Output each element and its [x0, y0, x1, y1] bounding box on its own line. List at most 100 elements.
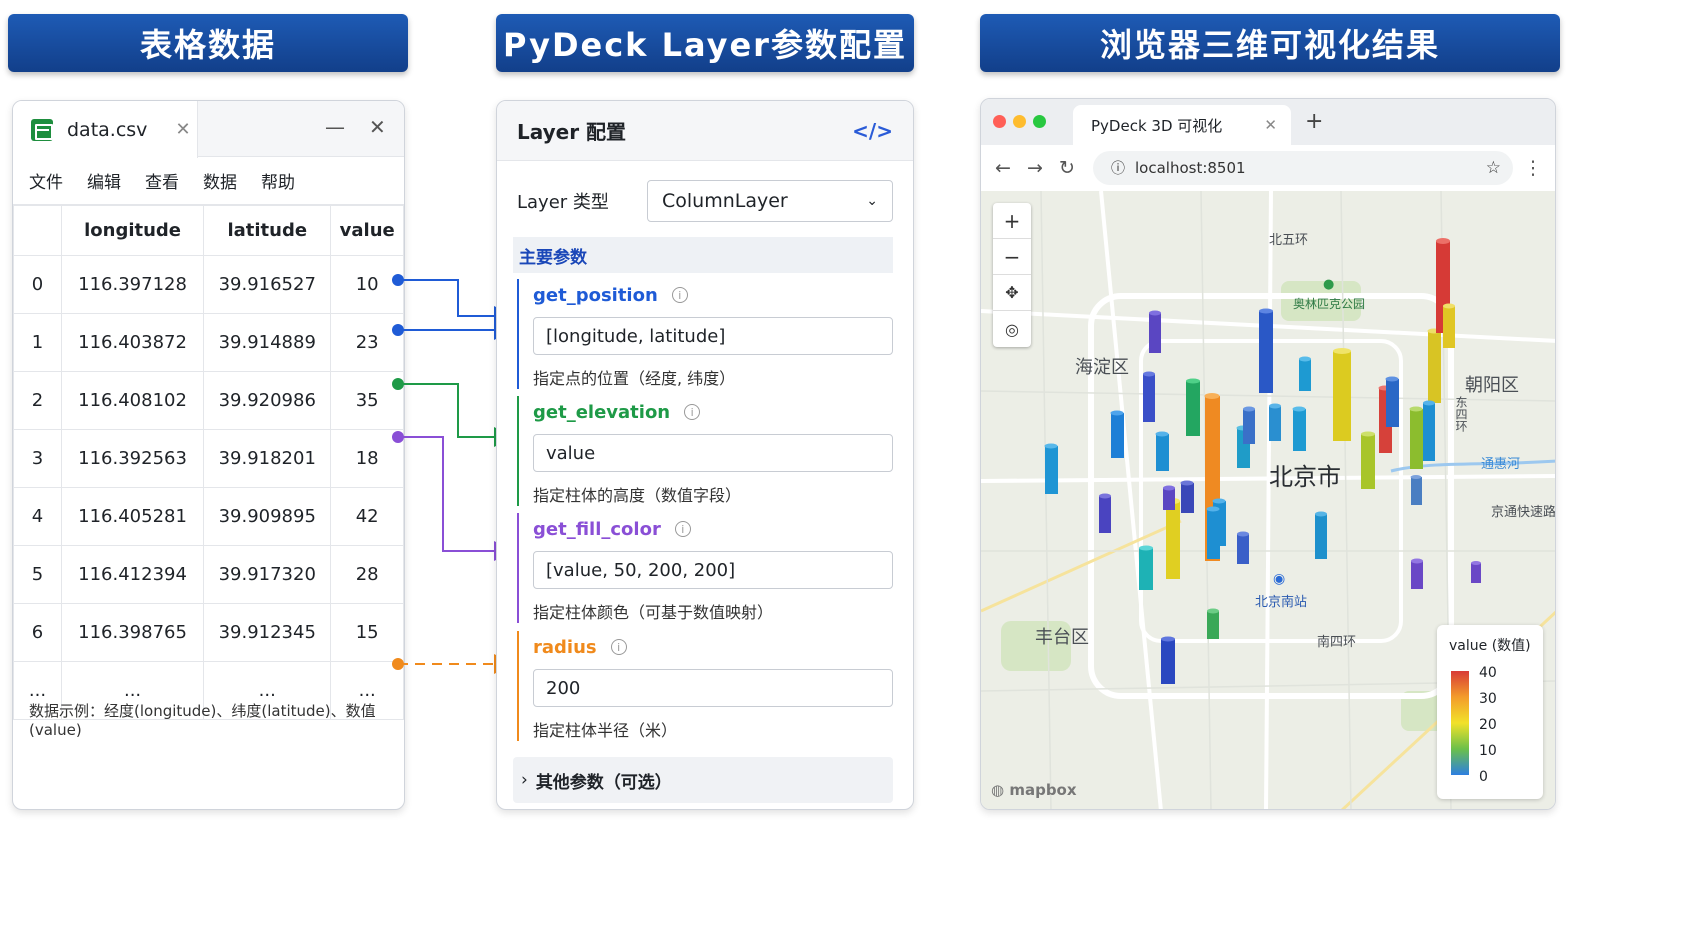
reload-icon[interactable]: ↻	[1051, 157, 1083, 179]
data-column[interactable]	[1237, 531, 1249, 565]
get-position-input[interactable]: [longitude, latitude]	[533, 317, 893, 355]
data-column[interactable]	[1155, 431, 1170, 472]
close-dot[interactable]	[993, 115, 1006, 128]
cell-longitude[interactable]: 116.398765	[60, 603, 205, 662]
data-column[interactable]	[1139, 545, 1153, 591]
menu-help[interactable]: 帮助	[261, 168, 295, 193]
data-column[interactable]	[1299, 356, 1311, 392]
back-icon[interactable]: ←	[987, 157, 1019, 179]
cell-value[interactable]: 42	[330, 487, 404, 546]
data-column[interactable]	[1411, 558, 1423, 590]
file-tab[interactable]: data.csv ✕	[13, 101, 198, 158]
data-column[interactable]	[1149, 310, 1161, 354]
data-column[interactable]	[1044, 443, 1059, 495]
spreadsheet-tabbar: data.csv ✕ — ✕	[13, 101, 404, 158]
cell-latitude[interactable]: 39.912345	[203, 603, 332, 662]
data-column[interactable]	[1315, 511, 1327, 560]
close-window-icon[interactable]: ✕	[369, 115, 386, 139]
zoom-in-icon[interactable]: +	[993, 203, 1031, 239]
layer-type-value: ColumnLayer	[662, 190, 788, 212]
data-column[interactable]	[1333, 348, 1351, 441]
minimize-dot[interactable]	[1013, 115, 1026, 128]
info-icon[interactable]: i	[674, 521, 691, 537]
info-icon[interactable]: ⓘ	[1111, 158, 1125, 178]
data-column[interactable]	[1180, 480, 1195, 514]
zoom-out-icon[interactable]: −	[993, 239, 1031, 275]
cell-value[interactable]: 10	[330, 255, 404, 314]
data-column[interactable]	[1427, 328, 1442, 404]
cell-longitude[interactable]: 116.397128	[60, 255, 205, 314]
locate-icon[interactable]: ◎	[993, 311, 1031, 347]
param-get-elevation: get_elevation i value 指定柱体的高度（数值字段）	[517, 396, 893, 506]
data-column[interactable]	[1385, 376, 1400, 428]
maximize-dot[interactable]	[1033, 115, 1046, 128]
cell-longitude[interactable]: 116.412394	[60, 545, 205, 604]
data-column[interactable]	[1259, 308, 1273, 394]
menu-view[interactable]: 查看	[145, 168, 179, 193]
radius-input[interactable]: 200	[533, 669, 893, 707]
data-column[interactable]	[1410, 475, 1423, 505]
arrow-to-radius	[392, 654, 514, 674]
row-index-header	[13, 205, 62, 256]
cell-latitude[interactable]: 39.918201	[203, 429, 332, 488]
get-elevation-input[interactable]: value	[533, 434, 893, 472]
cell-longitude[interactable]: 116.405281	[60, 487, 205, 546]
cell-latitude[interactable]: 39.920986	[203, 371, 332, 430]
info-icon[interactable]: i	[684, 404, 701, 420]
menu-kebab-icon[interactable]: ⋮	[1517, 157, 1549, 179]
map-canvas[interactable]: + − ✥ ◎ 北五环 ● 奥林匹克公园 海淀区 朝阳区 东四环 通惠河 北京市…	[981, 191, 1555, 809]
cell-value[interactable]: 28	[330, 545, 404, 604]
data-column[interactable]	[1161, 636, 1175, 685]
cell-longitude[interactable]: 116.408102	[60, 371, 205, 430]
data-column[interactable]	[1292, 406, 1307, 452]
data-column[interactable]	[1207, 608, 1219, 640]
cell-value[interactable]: 23	[330, 313, 404, 372]
menu-data[interactable]: 数据	[203, 168, 237, 193]
menu-file[interactable]: 文件	[29, 168, 63, 193]
column-header-latitude[interactable]: latitude	[203, 205, 332, 256]
close-tab-icon[interactable]: ✕	[175, 119, 190, 140]
data-column[interactable]	[1186, 378, 1200, 437]
browser-tab[interactable]: PyDeck 3D 可视化 ✕	[1073, 105, 1291, 145]
data-column[interactable]	[1471, 561, 1481, 583]
data-column[interactable]	[1143, 371, 1155, 423]
other-params-expander[interactable]: › 其他参数（可选）	[513, 757, 893, 803]
info-icon[interactable]: i	[671, 287, 688, 303]
close-tab-icon[interactable]: ✕	[1264, 116, 1277, 134]
data-column[interactable]	[1443, 303, 1455, 349]
data-column[interactable]	[1423, 400, 1435, 462]
cell-longitude[interactable]: 116.392563	[60, 429, 205, 488]
address-bar[interactable]: ⓘ localhost:8501 ☆	[1093, 151, 1513, 185]
layer-type-select[interactable]: ColumnLayer ⌄	[647, 180, 893, 222]
cell-value[interactable]: 15	[330, 603, 404, 662]
column-header-longitude[interactable]: longitude	[60, 205, 205, 256]
pan-icon[interactable]: ✥	[993, 275, 1031, 311]
column-header-value[interactable]: value	[330, 205, 404, 256]
data-column[interactable]	[1206, 506, 1221, 560]
cell-value[interactable]: 18	[330, 429, 404, 488]
info-icon[interactable]: i	[610, 639, 627, 655]
get-fill-color-input[interactable]: [value, 50, 200, 200]	[533, 551, 893, 589]
data-column[interactable]	[1099, 493, 1111, 534]
data-column[interactable]	[1409, 406, 1424, 470]
new-tab-icon[interactable]: +	[1305, 109, 1323, 134]
minimize-icon[interactable]: —	[325, 115, 345, 139]
forward-icon[interactable]: →	[1019, 157, 1051, 179]
data-column[interactable]	[1269, 403, 1281, 442]
cell-latitude[interactable]: 39.917320	[203, 545, 332, 604]
data-column[interactable]	[1361, 431, 1375, 490]
data-column[interactable]	[1163, 485, 1175, 511]
cell-latitude[interactable]: 39.909895	[203, 487, 332, 546]
data-column[interactable]	[1243, 406, 1255, 445]
data-column[interactable]	[1166, 498, 1180, 579]
menu-edit[interactable]: 编辑	[87, 168, 121, 193]
mapbox-logo[interactable]: ◍ mapbox	[991, 781, 1077, 799]
star-icon[interactable]: ☆	[1486, 158, 1501, 178]
cell-latitude[interactable]: 39.916527	[203, 255, 332, 314]
cell-value[interactable]: 35	[330, 371, 404, 430]
map-label-beijing: 北京市	[1269, 463, 1341, 491]
cell-longitude[interactable]: 116.403872	[60, 313, 205, 372]
code-icon[interactable]: </>	[852, 119, 893, 143]
data-column[interactable]	[1110, 410, 1125, 459]
cell-latitude[interactable]: 39.914889	[203, 313, 332, 372]
